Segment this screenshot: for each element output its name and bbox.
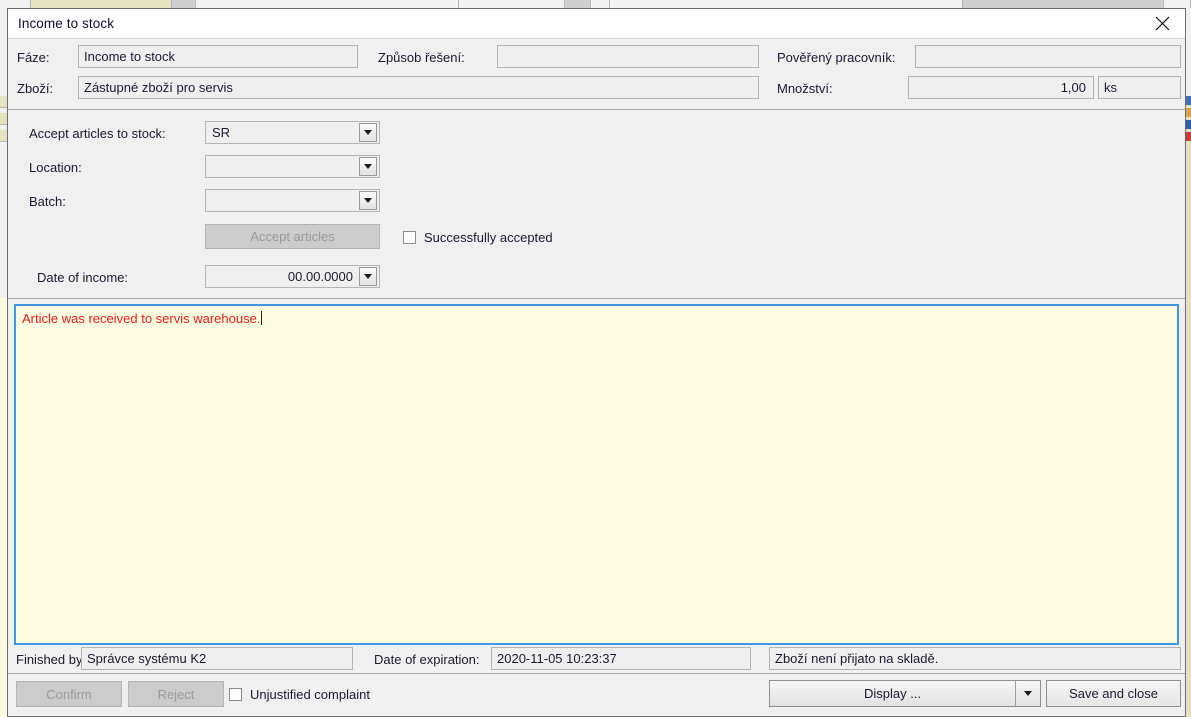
bg-cell — [459, 0, 565, 8]
bg-chip — [0, 298, 7, 717]
chevron-down-icon[interactable] — [359, 123, 377, 142]
phase-label: Fáze: — [17, 50, 50, 65]
unjustified-complaint-checkbox-wrap[interactable]: Unjustified complaint — [229, 687, 370, 702]
bg-chip — [1186, 8, 1191, 96]
dialog-title: Income to stock — [18, 16, 115, 31]
bg-chip — [1186, 132, 1191, 141]
bg-chip — [1186, 96, 1191, 105]
bg-cell — [196, 0, 459, 8]
bg-chip — [0, 113, 7, 125]
date-of-income-combo[interactable]: 00.00.0000 — [205, 265, 380, 288]
notes-text: Article was received to servis warehouse… — [22, 311, 261, 326]
reject-button[interactable]: Reject — [128, 681, 224, 707]
bg-cell — [0, 0, 31, 8]
accept-articles-button[interactable]: Accept articles — [205, 224, 380, 249]
bg-chip — [1186, 120, 1191, 129]
bg-chip — [0, 130, 7, 142]
quantity-field[interactable]: 1,00 — [908, 76, 1094, 99]
unit-field[interactable]: ks — [1098, 76, 1181, 99]
dialog-titlebar: Income to stock — [8, 9, 1185, 38]
quantity-label: Množství: — [777, 81, 833, 96]
bg-cell — [1164, 0, 1191, 8]
batch-combo[interactable] — [205, 189, 380, 212]
batch-label: Batch: — [29, 194, 66, 209]
accept-articles-to-stock-combo[interactable]: SR — [205, 121, 380, 144]
chevron-down-icon[interactable] — [359, 267, 377, 286]
display-split-button[interactable]: Display ... — [769, 680, 1041, 707]
bg-cell — [591, 0, 610, 8]
chevron-down-icon[interactable] — [1015, 681, 1040, 706]
status-message-field[interactable]: Zboží není přijato na skladě. — [769, 647, 1181, 670]
worker-label: Pověřený pracovník: — [777, 50, 896, 65]
date-of-income-label: Date of income: — [37, 270, 129, 285]
worker-field[interactable] — [915, 45, 1181, 68]
income-to-stock-dialog: Income to stock Fáze: Income to stock Zp… — [7, 8, 1186, 717]
text-caret — [261, 311, 263, 325]
bg-chip — [0, 96, 7, 108]
notes-textarea[interactable]: Article was received to servis warehouse… — [14, 304, 1179, 645]
successfully-accepted-checkbox-wrap[interactable]: Successfully accepted — [403, 230, 553, 245]
command-row: Confirm Reject Unjustified complaint Dis… — [8, 674, 1185, 716]
date-of-income-value: 00.00.0000 — [287, 269, 353, 284]
successfully-accepted-label: Successfully accepted — [424, 230, 553, 245]
finished-by-label: Finished by — [16, 652, 83, 667]
display-button-label[interactable]: Display ... — [770, 681, 1015, 706]
save-and-close-button[interactable]: Save and close — [1046, 680, 1181, 707]
finished-by-field[interactable]: Správce systému K2 — [81, 647, 353, 670]
unjustified-complaint-checkbox[interactable] — [229, 688, 242, 701]
confirm-button[interactable]: Confirm — [16, 681, 122, 707]
solution-label: Způsob řešení: — [378, 50, 465, 65]
status-row: Finished by Správce systému K2 Date of e… — [8, 645, 1185, 674]
accept-articles-to-stock-label: Accept articles to stock: — [29, 126, 166, 141]
phase-field[interactable]: Income to stock — [78, 45, 358, 68]
chevron-down-icon[interactable] — [359, 157, 377, 176]
bg-chip — [1186, 108, 1191, 117]
expiration-label: Date of expiration: — [374, 652, 480, 667]
header-panel: Fáze: Income to stock Způsob řešení: Pov… — [8, 38, 1185, 110]
accept-articles-to-stock-value: SR — [212, 125, 231, 140]
bg-cell — [610, 0, 963, 8]
solution-field[interactable] — [497, 45, 759, 68]
chevron-down-icon[interactable] — [359, 191, 377, 210]
goods-field[interactable]: Zástupné zboží pro servis — [78, 76, 759, 99]
location-label: Location: — [29, 160, 82, 175]
bg-cell — [31, 0, 172, 8]
bg-cell — [963, 0, 1164, 8]
bg-cell — [172, 0, 196, 8]
location-combo[interactable] — [205, 155, 380, 178]
bg-cell — [565, 0, 591, 8]
form-panel: Accept articles to stock: SR Location: B… — [8, 110, 1185, 299]
goods-label: Zboží: — [17, 81, 54, 96]
unjustified-complaint-label: Unjustified complaint — [250, 687, 370, 702]
bg-chip — [1186, 144, 1191, 717]
close-icon[interactable] — [1139, 9, 1185, 38]
successfully-accepted-checkbox[interactable] — [403, 231, 416, 244]
expiration-field[interactable]: 2020-11-05 10:23:37 — [491, 647, 751, 670]
